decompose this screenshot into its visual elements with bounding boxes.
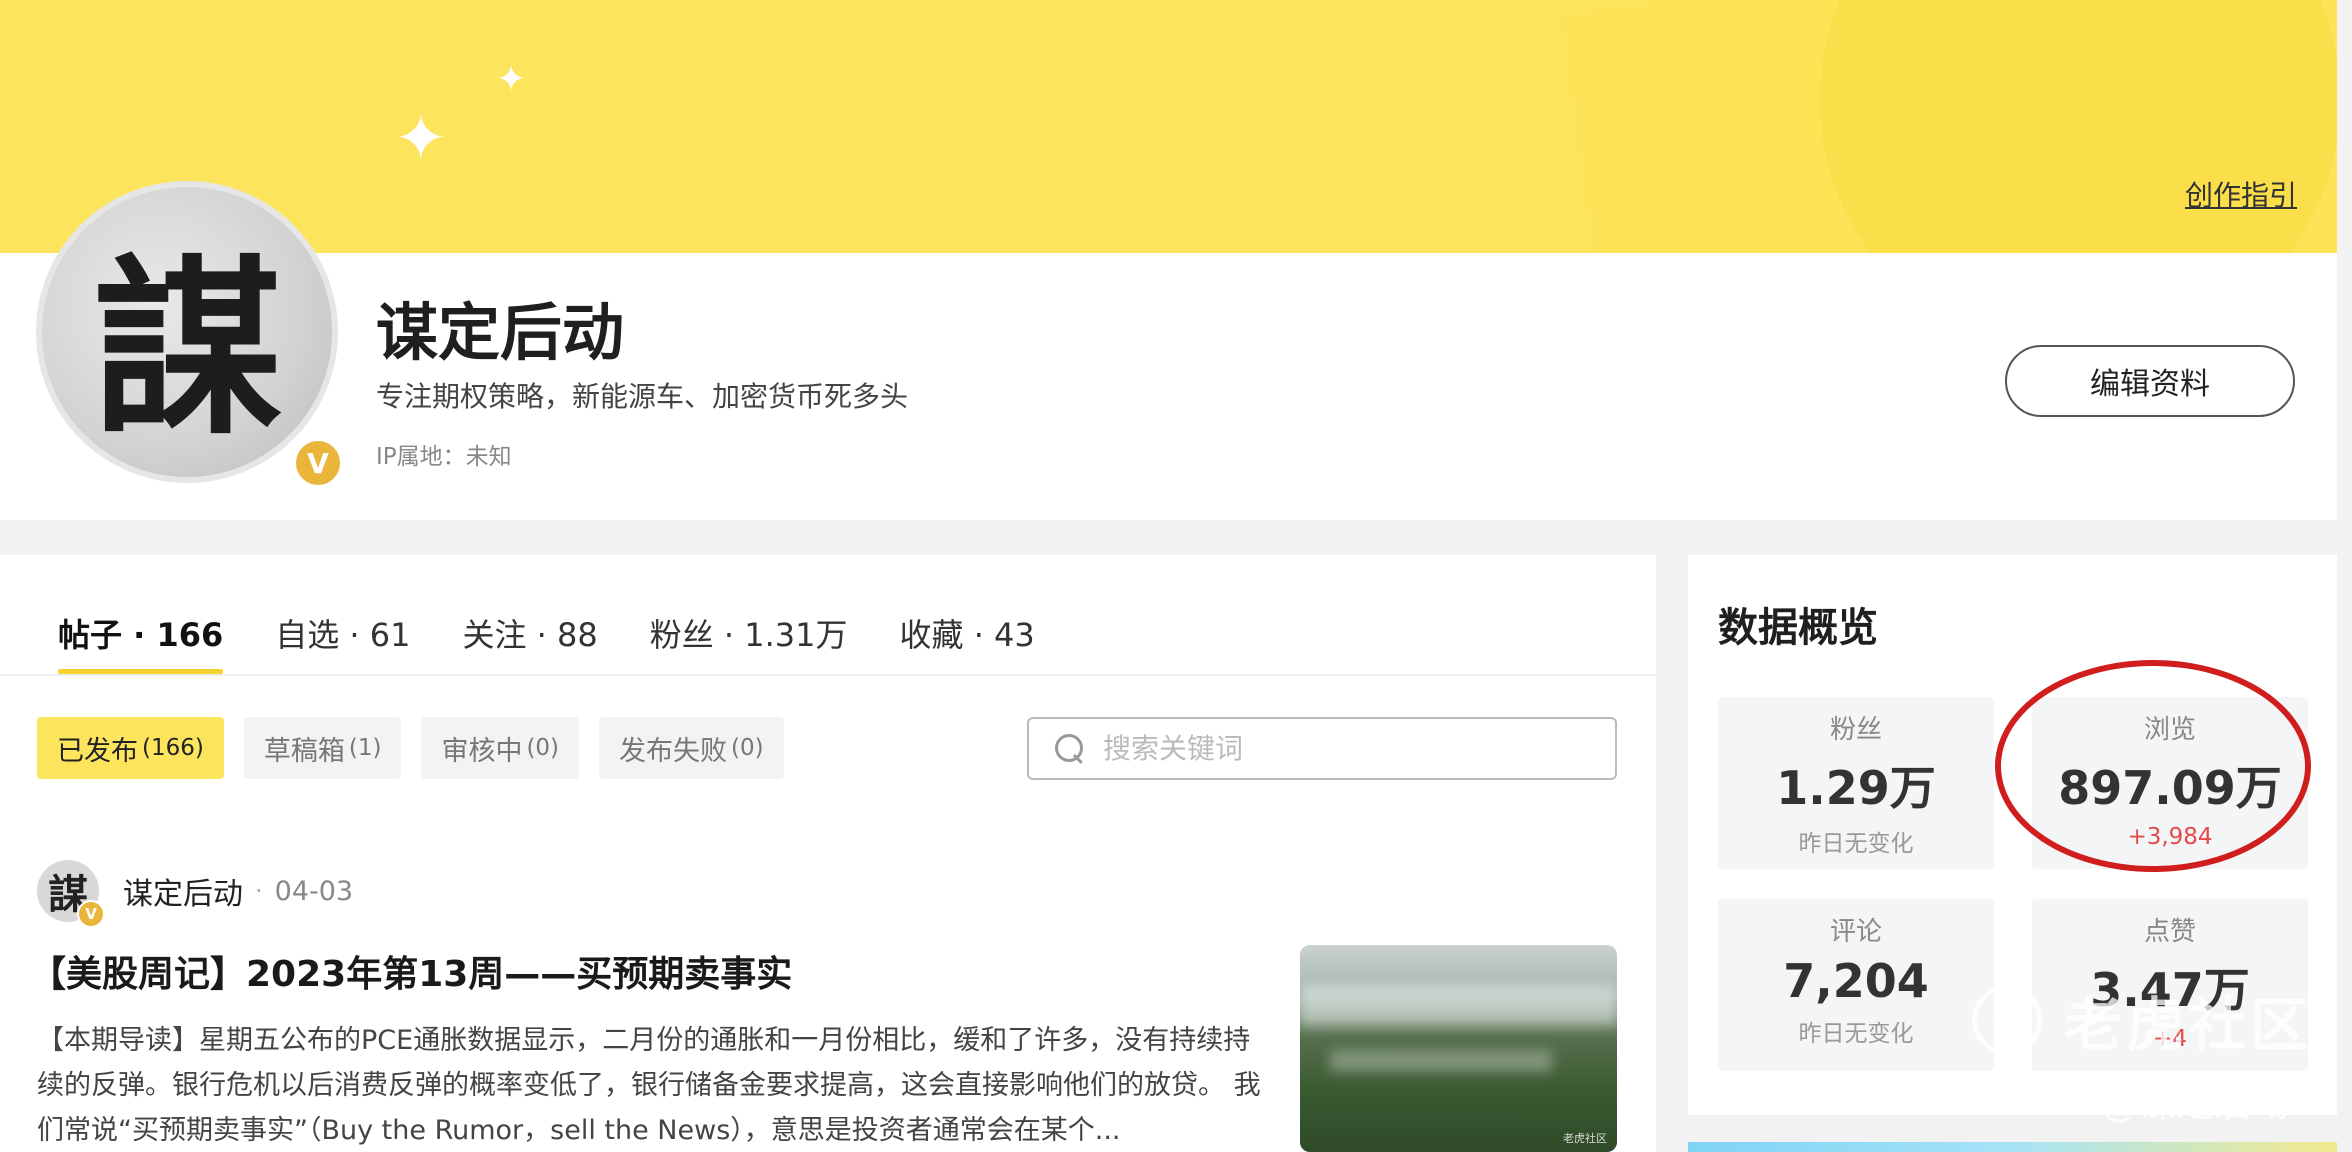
profile-name: 谋定后动 — [376, 296, 625, 369]
thumbnail-mist — [1300, 985, 1617, 1025]
promo-banner-edge[interactable] — [1688, 1142, 2337, 1152]
thumbnail-watermark: 老虎社区 — [1563, 1132, 1607, 1145]
stat-label: 点赞 — [2143, 917, 2196, 947]
filter-count: (0) — [731, 735, 764, 761]
watermark-brand: 老虎社区 — [2064, 991, 2313, 1059]
edit-profile-button[interactable]: 编辑资料 — [2005, 345, 2295, 417]
filter-count: (166) — [142, 735, 204, 761]
verified-badge-icon: V — [292, 437, 344, 489]
tiger-logo-icon: ω — [1972, 985, 2042, 1055]
stat-comments: 评论 7,204 昨日无变化 — [1718, 899, 1994, 1071]
profile-bio: 专注期权策略，新能源车、加密货币死多头 — [376, 380, 909, 413]
avatar-glyph: 謀 — [91, 236, 282, 460]
filter-count: (1) — [348, 735, 382, 761]
stat-change: 昨日无变化 — [1798, 1021, 1914, 1047]
sparkle-icon: ✦ — [394, 102, 448, 176]
stat-value: 1.29万 — [1776, 761, 1936, 815]
overview-title: 数据概览 — [1718, 605, 1878, 651]
stat-views: 浏览 897.09万 +3,984 — [2032, 697, 2308, 869]
logo-glyph: ω — [1992, 1000, 2022, 1040]
stat-followers: 粉丝 1.29万 昨日无变化 — [1718, 697, 1994, 869]
filter-under-review[interactable]: 审核中 (0) — [421, 717, 580, 779]
stat-change: 昨日无变化 — [1798, 831, 1914, 857]
stat-label: 浏览 — [2143, 715, 2196, 745]
watermark-user: @谋定后动 — [2100, 1081, 2291, 1125]
divider — [0, 674, 1656, 676]
filter-label: 草稿箱 — [263, 735, 345, 767]
post-title[interactable]: 【美股周记】2023年第13周——买预期卖事实 — [30, 945, 792, 997]
separator: · — [255, 877, 263, 905]
filter-count: (0) — [526, 735, 560, 761]
profile-banner: ✦ ✦ 创作指引 — [0, 0, 2337, 253]
filter-published[interactable]: 已发布 (166) — [37, 717, 224, 779]
filter-label: 已发布 — [57, 735, 138, 767]
search-box — [1027, 717, 1617, 780]
filter-label: 发布失败 — [619, 735, 728, 767]
post-excerpt[interactable]: 【本期导读】星期五公布的PCE通胀数据显示，二月份的通胀和一月份相比，缓和了许多… — [37, 1018, 1277, 1152]
post-date: 04-03 — [274, 875, 354, 907]
thumbnail-mist — [1330, 1050, 1552, 1072]
tab-watchlist[interactable]: 自选 · 61 — [275, 610, 410, 674]
banner-decoration — [1820, 0, 2337, 253]
search-icon — [1055, 733, 1085, 764]
stat-change: +3,984 — [2127, 824, 2213, 850]
post-author-row: 謀 V 谋定后动 · 04-03 — [37, 860, 354, 928]
author-avatar[interactable]: 謀 V — [37, 860, 105, 928]
profile-panel: 谋定后动 专注期权策略，新能源车、加密货币死多头 IP属地：未知 编辑资料 — [0, 253, 2337, 520]
search-input[interactable] — [1103, 732, 1583, 765]
filter-failed[interactable]: 发布失败 (0) — [599, 717, 784, 779]
filter-drafts[interactable]: 草稿箱 (1) — [243, 717, 402, 779]
tab-posts[interactable]: 帖子 · 166 — [58, 610, 224, 674]
post-thumbnail[interactable]: 老虎社区 — [1300, 945, 1617, 1152]
post-status-filters: 已发布 (166) 草稿箱 (1) 审核中 (0) 发布失败 (0) — [37, 717, 784, 779]
stat-value: 7,204 — [1783, 954, 1929, 1008]
posts-panel: 帖子 · 166 自选 · 61 关注 · 88 粉丝 · 1.31万 收藏 ·… — [0, 555, 1656, 1152]
stat-value: 897.09万 — [2058, 761, 2282, 815]
verified-badge-icon: V — [77, 900, 105, 928]
post-author-name[interactable]: 谋定后动 — [123, 869, 243, 913]
creation-guide-link[interactable]: 创作指引 — [2185, 174, 2297, 214]
tab-following[interactable]: 关注 · 88 — [463, 610, 598, 674]
stat-label: 评论 — [1829, 917, 1882, 947]
tab-followers[interactable]: 粉丝 · 1.31万 — [650, 610, 848, 674]
tab-favorites[interactable]: 收藏 · 43 — [900, 610, 1035, 674]
stat-label: 粉丝 — [1829, 715, 1882, 745]
avatar[interactable]: 謀 — [36, 181, 338, 483]
watermark-logo: ω 老虎社区 — [1972, 978, 2312, 1062]
sparkle-icon: ✦ — [496, 59, 527, 100]
profile-tabs: 帖子 · 166 自选 · 61 关注 · 88 粉丝 · 1.31万 收藏 ·… — [58, 610, 1035, 674]
ip-location: IP属地：未知 — [376, 444, 512, 470]
filter-label: 审核中 — [441, 735, 523, 767]
